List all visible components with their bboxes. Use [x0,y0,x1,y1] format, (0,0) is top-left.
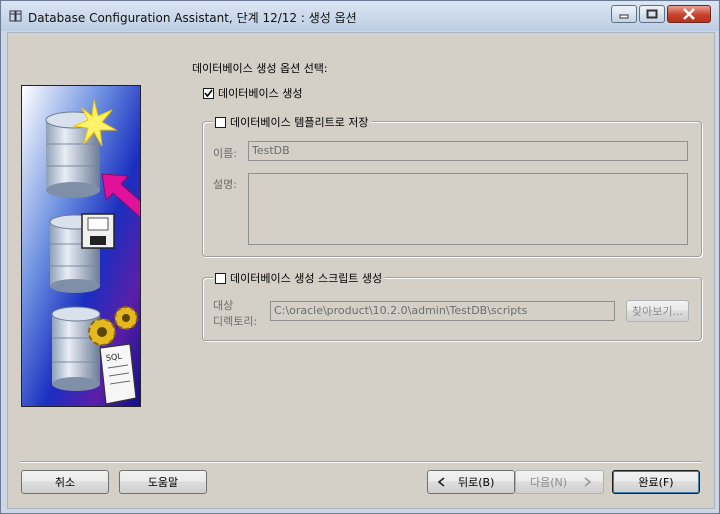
maximize-icon [646,9,658,19]
template-name-field[interactable]: TestDB [248,141,688,161]
template-name-label: 이름: [213,147,237,160]
database-cylinder-3 [51,306,101,391]
minimize-button[interactable] [611,5,637,23]
database-app-icon [9,10,22,22]
save-template-checkbox[interactable]: 데이터베이스 템플리트로 저장 [213,114,372,130]
window-controls [609,5,711,25]
window-title: Database Configuration Assistant, 단계 12/… [28,11,357,25]
chevron-left-icon [437,477,445,487]
checkbox-box [215,116,226,128]
dbca-window: Database Configuration Assistant, 단계 12/… [0,0,720,514]
destination-directory-field[interactable]: C:\oracle\product\10.2.0\admin\TestDB\sc… [270,301,615,321]
floppy-disk-icon [81,213,115,249]
template-description-label: 설명: [213,178,237,191]
wizard-client-area: SQL 데이터베이스 생성 옵션 선택: 데이터베이스 생성 데이터베이스 템플… [7,32,715,509]
create-database-checkbox[interactable]: 데이터베이스 생성 [203,85,302,101]
help-button[interactable]: 도움말 [119,470,207,494]
close-button[interactable] [667,5,711,23]
sql-scroll-icon: SQL [99,343,137,405]
back-button-label: 뒤로(B) [458,476,495,489]
cancel-button[interactable]: 취소 [21,470,109,494]
wizard-illustration: SQL [21,85,141,407]
checkbox-box [203,87,214,99]
browse-button[interactable]: 찾아보기... [626,300,689,322]
button-separator [20,461,702,463]
checkmark-icon [204,89,213,97]
title-bar[interactable]: Database Configuration Assistant, 단계 12/… [1,1,719,31]
maximize-button[interactable] [639,5,665,23]
close-icon [683,8,695,20]
finish-button[interactable]: 완료(F) [612,470,700,494]
section-heading: 데이터베이스 생성 옵션 선택: [192,62,328,75]
back-button[interactable]: 뒤로(B) [427,470,515,494]
destination-label-line2: 디렉토리: [213,315,258,328]
checkbox-box [215,272,226,284]
chevron-right-icon [584,477,592,487]
next-button[interactable]: 다음(N) [515,470,604,494]
generate-scripts-checkbox[interactable]: 데이터베이스 생성 스크립트 생성 [213,270,386,286]
destination-label-line1: 대상 [213,299,234,312]
next-button-label: 다음(N) [530,476,568,489]
generate-scripts-label: 데이터베이스 생성 스크립트 생성 [230,272,383,285]
create-database-label: 데이터베이스 생성 [218,87,303,100]
template-description-field[interactable] [248,173,688,245]
minimize-icon [619,14,629,19]
save-template-label: 데이터베이스 템플리트로 저장 [230,116,369,129]
